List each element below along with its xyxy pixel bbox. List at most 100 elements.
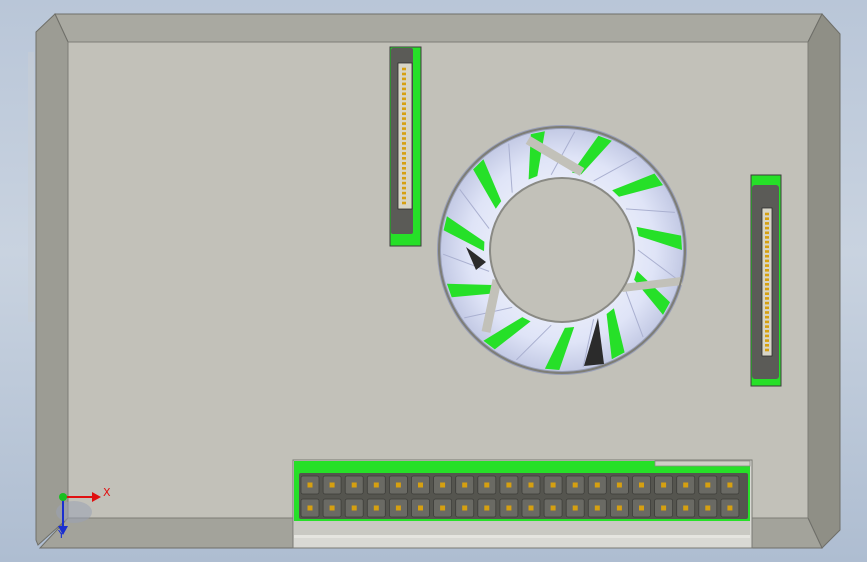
bevel-left: [35, 13, 69, 546]
pin-header-2x20[interactable]: [292, 459, 753, 549]
header-pin: [351, 505, 357, 511]
connector-pin: [765, 306, 769, 310]
connector-pin: [765, 212, 769, 216]
connector-pin: [765, 269, 769, 272]
connector-pin: [765, 287, 769, 291]
connector-pin: [765, 273, 769, 277]
connector-pin: [402, 162, 406, 165]
header-pin: [705, 482, 711, 488]
header-pin: [506, 505, 512, 511]
header-pin: [572, 505, 578, 511]
connector-pin: [765, 217, 769, 220]
connector-pin: [765, 311, 769, 314]
header-pin: [440, 505, 446, 511]
header-pin: [484, 505, 490, 511]
ribbon-connector-left[interactable]: [389, 46, 422, 247]
connector-pin: [402, 132, 406, 135]
connector-pin: [402, 181, 406, 185]
triad-origin: [59, 493, 67, 501]
header-pin: [616, 482, 622, 488]
header-pin: [639, 482, 644, 488]
triad-y-label: Y: [58, 528, 65, 541]
connector-pin: [765, 240, 769, 244]
connector-pin: [765, 231, 769, 235]
connector-pin: [402, 72, 406, 76]
header-pin: [373, 505, 379, 511]
header-pin: [329, 482, 335, 488]
header-pin: [572, 482, 578, 488]
connector-pin: [402, 147, 406, 150]
connector-pin: [765, 315, 769, 319]
header-pin: [462, 482, 468, 488]
header-pin: [395, 505, 401, 511]
connector-pin: [402, 112, 406, 115]
header-pin: [594, 505, 600, 511]
connector-pin: [765, 283, 769, 286]
connector-pin: [402, 92, 406, 96]
header-pin: [373, 482, 379, 488]
connector-pin: [402, 127, 406, 130]
connector-pin: [765, 320, 769, 324]
header-pin: [484, 482, 490, 488]
header-pin: [661, 505, 667, 511]
fan-hub[interactable]: [489, 177, 635, 323]
connector-pin: [402, 137, 406, 140]
connector-pin: [402, 107, 406, 110]
bevel-top: [54, 13, 823, 43]
connector-pin: [765, 245, 769, 249]
connector-pin: [765, 250, 769, 253]
header-pin: [395, 482, 401, 488]
header-pin: [705, 505, 711, 511]
header-pin: [683, 505, 689, 511]
connector-pin: [402, 117, 406, 120]
connector-pin: [402, 102, 406, 105]
header-pin: [506, 482, 512, 488]
header-pin: [727, 482, 733, 488]
connector-pin: [765, 254, 769, 258]
header-pin: [550, 505, 556, 511]
triad-x-label: X: [103, 486, 111, 499]
connector-pin: [402, 97, 406, 101]
connector-pin: [402, 196, 406, 200]
header-pin: [418, 482, 423, 488]
connector-pin: [402, 152, 406, 155]
header-pin: [683, 482, 689, 488]
connector-pin: [765, 264, 769, 267]
connector-pin: [765, 344, 769, 347]
bevel-right: [807, 13, 841, 549]
header-pin: [418, 505, 423, 511]
connector-pin: [765, 334, 769, 338]
connector-pin: [765, 339, 769, 342]
connector-pin: [402, 77, 406, 81]
connector-pin: [402, 157, 406, 160]
header-pin: [528, 505, 534, 511]
ribbon-connector-right[interactable]: [750, 174, 782, 387]
connector-pin: [402, 87, 406, 91]
fan[interactable]: [437, 125, 687, 375]
connector-pin: [402, 201, 406, 205]
connector-pin: [765, 329, 769, 333]
connector-pin: [402, 82, 406, 86]
connector-pin: [765, 301, 769, 305]
header-pin: [307, 505, 313, 511]
board-face[interactable]: [67, 41, 809, 519]
connector-pin: [402, 142, 406, 145]
cad-viewport[interactable]: [0, 0, 867, 562]
header-pin: [639, 505, 644, 511]
header-pin: [550, 482, 556, 488]
header-pin: [462, 505, 468, 511]
connector-pin: [765, 259, 769, 263]
connector-pin: [765, 236, 769, 239]
side-detail: [28, 52, 34, 322]
header-pin: [661, 482, 667, 488]
header-pin: [440, 482, 446, 488]
header-pin: [528, 482, 534, 488]
header-pin: [594, 482, 600, 488]
connector-pin: [765, 292, 769, 295]
connector-pin: [765, 278, 769, 281]
connector-pin: [765, 297, 769, 300]
header-pin: [727, 505, 733, 511]
connector-pin: [402, 122, 406, 125]
header-pin: [351, 482, 357, 488]
connector-pin: [402, 67, 406, 71]
